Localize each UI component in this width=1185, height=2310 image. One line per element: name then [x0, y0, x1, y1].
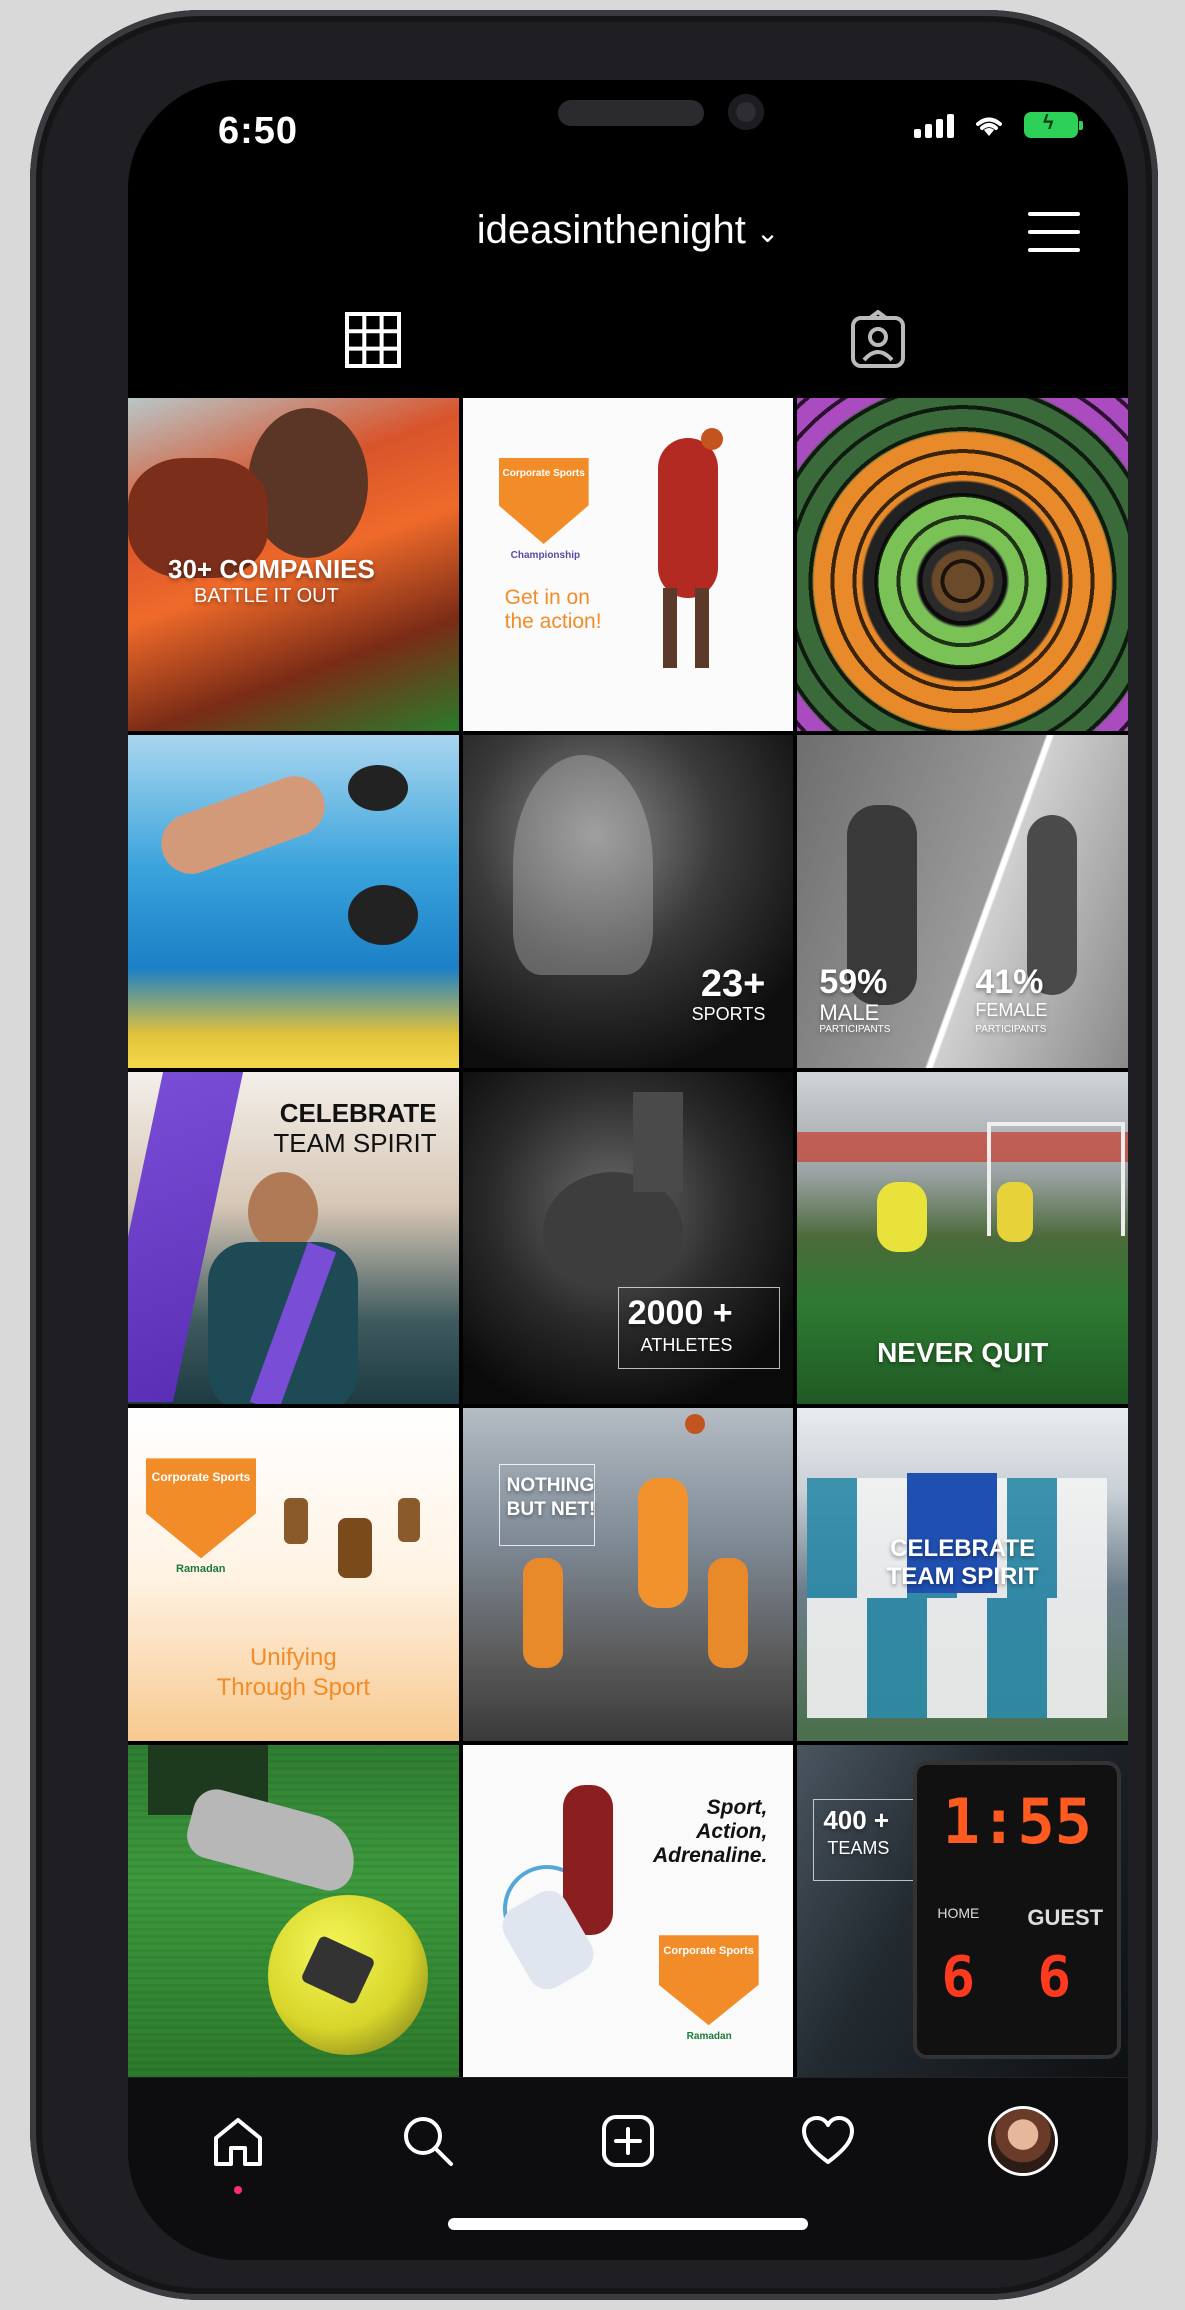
badge-subtitle: Championship: [510, 550, 581, 561]
corporate-sports-badge: Corporate Sports: [498, 458, 589, 544]
nav-profile[interactable]: [988, 2106, 1058, 2176]
post-label: TEAMS: [827, 1838, 890, 1859]
chevron-down-icon: ⌄: [755, 216, 780, 248]
post-tile[interactable]: CELEBRATE TEAM SPIRIT: [797, 1408, 1128, 1742]
lantern-icon: [398, 1498, 420, 1543]
avatar: [991, 2109, 1055, 2173]
post-line2: Through Sport: [216, 1674, 371, 1702]
female-sublabel: PARTICIPANTS: [975, 1023, 1047, 1035]
post-line1: NOTHING: [506, 1475, 595, 1497]
badge-subtitle: Ramadan: [176, 1563, 226, 1576]
post-tile[interactable]: CELEBRATE TEAM SPIRIT: [128, 1071, 459, 1405]
badge-subtitle: Ramadan: [686, 2031, 732, 2043]
post-grid: 30+ COMPANIES BATTLE IT OUT Corporate Sp…: [128, 398, 1128, 2078]
nav-activity[interactable]: [793, 2106, 863, 2176]
username-text: ideasinthenight: [476, 208, 746, 252]
guest-score: 6: [1037, 1945, 1072, 2011]
app-screen: 6:50 ϟ ideasinthenight ⌄ 30+ COMPANIES B…: [128, 80, 1128, 2260]
post-tile[interactable]: Corporate Sports Ramadan Unifying Throug…: [128, 1408, 459, 1742]
female-label: FEMALE: [975, 999, 1048, 1020]
post-line2: Action,: [696, 1820, 768, 1844]
speaker-grille: [558, 100, 704, 126]
post-line1: CELEBRATE: [890, 1535, 1036, 1563]
post-tile[interactable]: Sport, Action, Adrenaline. Corporate Spo…: [462, 1745, 794, 2078]
post-text: Get in on the action!: [504, 586, 602, 634]
post-tile[interactable]: 400 + TEAMS 1:55 HOME GUEST 6 6: [797, 1745, 1128, 2078]
soccer-ball-icon: [268, 1895, 428, 2056]
post-line3: Adrenaline.: [652, 1844, 768, 1868]
wifi-icon: [976, 117, 1002, 136]
post-tile[interactable]: [797, 398, 1128, 731]
home-label: HOME: [937, 1905, 980, 1922]
status-icons: ϟ: [914, 112, 1083, 138]
badge-title: Corporate Sports: [151, 1470, 251, 1485]
hamburger-menu-icon[interactable]: [1028, 210, 1080, 254]
male-percent: 59%: [819, 962, 888, 1001]
post-number: 2000 +: [627, 1293, 733, 1332]
battery-icon: ϟ: [1024, 112, 1083, 138]
post-number: 23+: [700, 962, 766, 1005]
male-sublabel: PARTICIPANTS: [819, 1023, 891, 1035]
post-line1: Sport,: [706, 1796, 768, 1820]
post-tile[interactable]: 30+ COMPANIES BATTLE IT OUT: [128, 398, 459, 731]
plus-square-icon: [602, 2115, 654, 2167]
post-tile[interactable]: 2000 + ATHLETES: [462, 1071, 794, 1405]
post-tile[interactable]: NOTHING BUT NET!: [462, 1408, 794, 1742]
corporate-sports-badge: Corporate Sports: [146, 1458, 256, 1559]
front-camera: [728, 94, 764, 130]
home-icon: [214, 2118, 262, 2166]
tagged-person-icon[interactable]: [848, 310, 908, 370]
home-score: 6: [941, 1945, 976, 2011]
signal-icon: [914, 112, 954, 138]
profile-username[interactable]: ideasinthenight ⌄: [128, 208, 1128, 253]
post-tile[interactable]: NEVER QUIT: [797, 1071, 1128, 1405]
phone-frame: 6:50 ϟ ideasinthenight ⌄ 30+ COMPANIES B…: [30, 10, 1158, 2300]
male-label: MALE: [819, 999, 880, 1025]
nav-home[interactable]: [203, 2106, 273, 2176]
notification-dot: [234, 2186, 242, 2194]
post-line1: Unifying: [249, 1644, 337, 1672]
post-tile[interactable]: Corporate Sports Championship Get in on …: [462, 398, 794, 731]
scoreboard: 1:55 HOME GUEST 6 6: [917, 1765, 1118, 2056]
post-tile[interactable]: 59% MALE PARTICIPANTS 41% FEMALE PARTICI…: [797, 734, 1128, 1068]
status-time: 6:50: [218, 110, 299, 152]
post-subline: BATTLE IT OUT: [194, 585, 339, 607]
badge-title: Corporate Sports: [502, 468, 585, 479]
post-tile[interactable]: 23+ SPORTS: [462, 734, 794, 1068]
post-headline: 30+ COMPANIES: [168, 554, 375, 584]
nav-search[interactable]: [393, 2106, 463, 2176]
post-number: 400 +: [823, 1805, 890, 1836]
heart-icon: [802, 2116, 854, 2164]
post-text: NEVER QUIT: [877, 1336, 1049, 1368]
lantern-icon: [284, 1498, 308, 1545]
post-label: SPORTS: [691, 1003, 766, 1024]
home-indicator[interactable]: [448, 2218, 808, 2230]
female-percent: 41%: [975, 962, 1044, 1001]
post-line2: TEAM SPIRIT: [886, 1563, 1039, 1591]
nav-create[interactable]: [593, 2106, 663, 2176]
guest-label: GUEST: [1027, 1905, 1104, 1931]
search-icon: [404, 2117, 453, 2166]
post-label: ATHLETES: [640, 1334, 733, 1355]
bottom-nav: [128, 2077, 1128, 2260]
grid-icon[interactable]: [343, 310, 403, 370]
post-tile[interactable]: [128, 1745, 459, 2078]
post-tile[interactable]: [128, 734, 459, 1068]
post-line2: TEAM SPIRIT: [273, 1127, 437, 1158]
badge-title: Corporate Sports: [663, 1945, 754, 1958]
post-line2: BUT NET!: [506, 1499, 596, 1521]
lantern-icon: [338, 1518, 372, 1579]
post-line1: CELEBRATE: [279, 1097, 437, 1128]
corporate-sports-badge: Corporate Sports: [658, 1935, 759, 2026]
clock-display: 1:55: [942, 1785, 1092, 1859]
